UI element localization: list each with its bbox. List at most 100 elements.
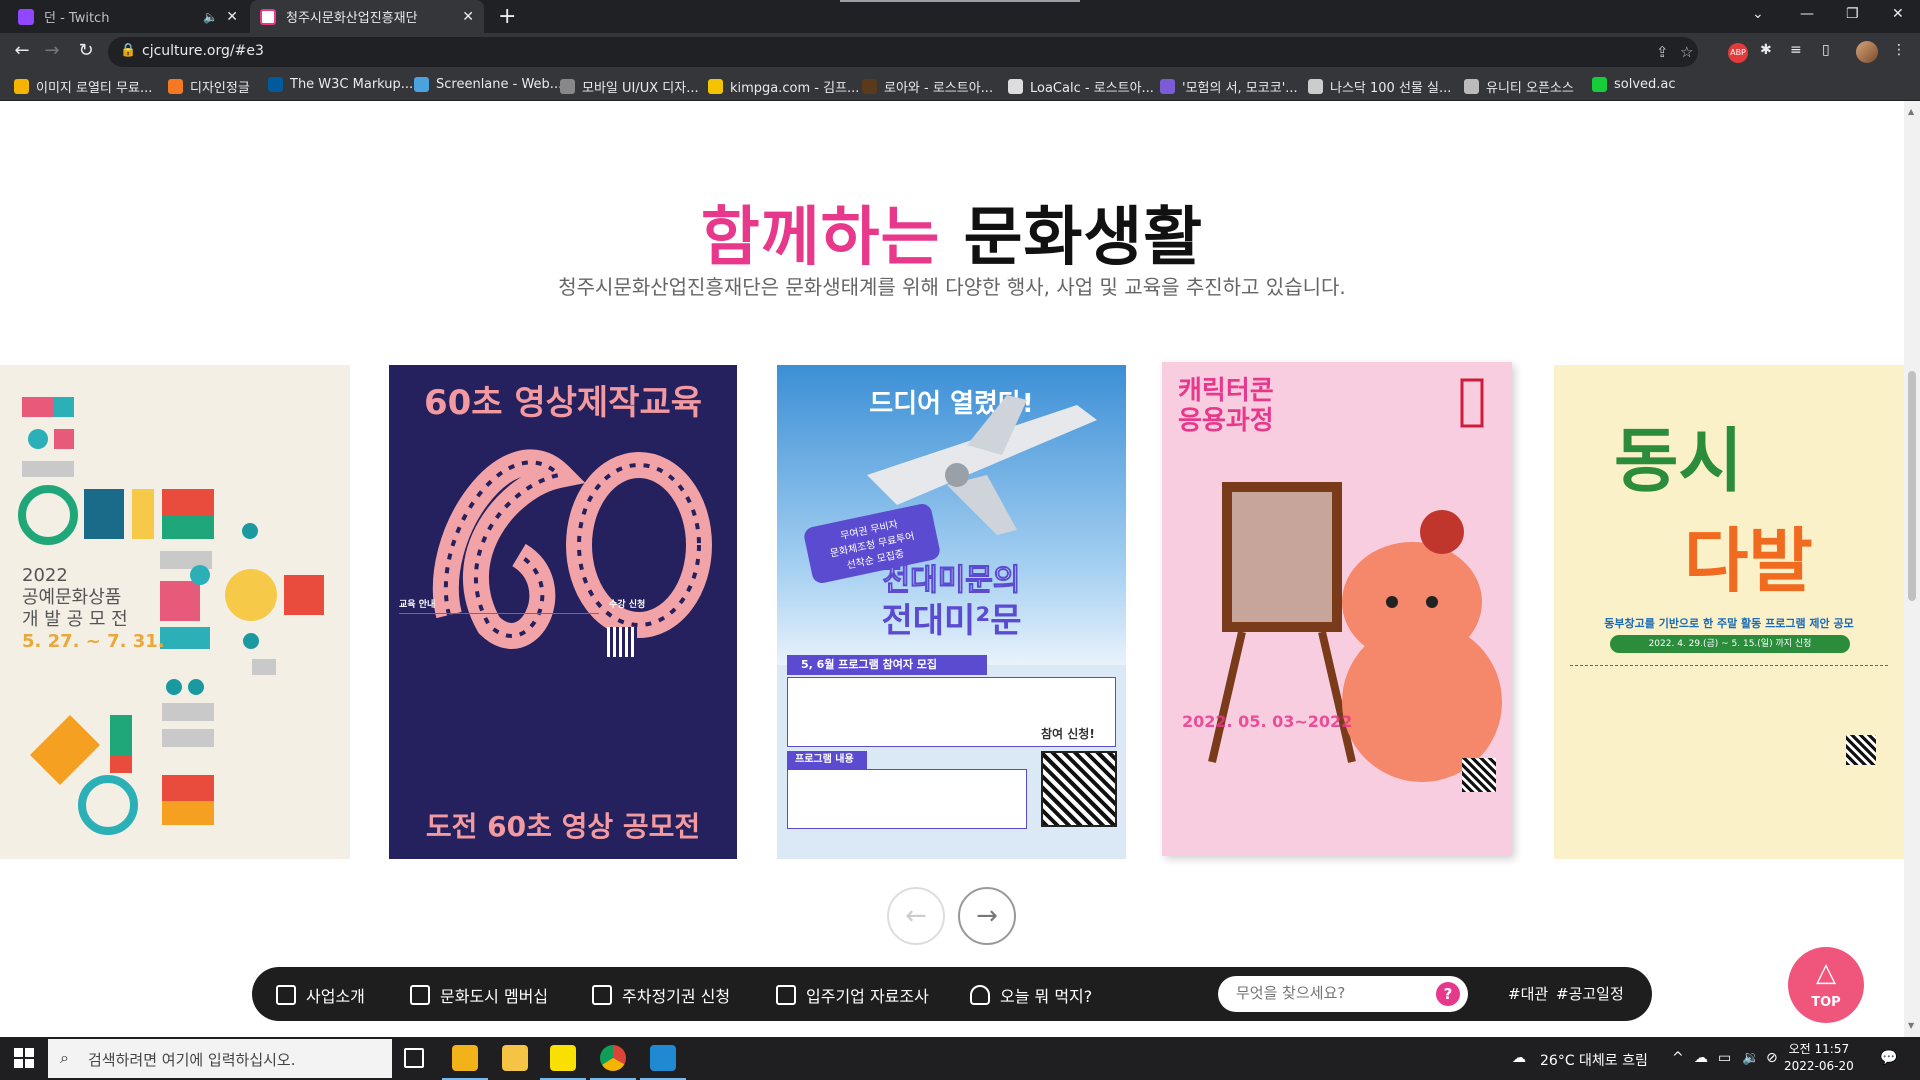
bookmark-item[interactable]: LoaCalc - 로스트아... [1008,77,1154,96]
quick-menu-label: 입주기업 자료조사 [806,987,929,1006]
bookmark-label: 유니티 오픈소스 [1486,81,1574,96]
parking-icon [592,985,612,1005]
task-view-icon[interactable] [404,1048,424,1068]
weather-icon[interactable]: ☁ [1512,1050,1526,1066]
bookmark-label: '모험의 서, 모코코'... [1182,81,1298,96]
bookmark-item[interactable]: 나스닥 100 선물 실... [1308,77,1451,96]
bookmark-item[interactable]: 유니티 오픈소스 [1464,77,1574,96]
vscode-icon[interactable] [640,1045,686,1080]
side-panel-icon[interactable]: ▯ [1822,42,1830,58]
network-icon[interactable]: ▭ [1718,1050,1731,1066]
url-text[interactable]: cjculture.org/#e3 [142,43,264,59]
weather-text[interactable]: 26°C 대체로 흐림 [1540,1050,1648,1070]
poster-airplane-band: 5, 6월 프로그램 참여자 모집 [787,655,987,675]
windows-start-icon[interactable] [14,1048,34,1068]
tab-twitch[interactable]: 던 - Twitch 🔈 ✕ [8,0,248,33]
quick-menu-parking[interactable]: 주차정기권 신청 [592,983,730,1007]
page-scrollbar[interactable]: ▲ ▼ [1904,101,1920,1037]
poster-craft-contest[interactable]: 2022 공예문화상품 개 발 공 모 전 5. 27. ~ 7. 31. [0,365,350,859]
menu-icon[interactable]: ⋮ [1892,42,1906,58]
bookmark-favicon-icon [1592,77,1607,92]
tag-notice-schedule[interactable]: #공고일정 [1556,983,1624,1004]
cjculture-favicon-icon [260,8,276,25]
tabstrip-indicator [840,0,1080,2]
scroll-down-icon[interactable]: ▼ [1908,1021,1914,1030]
bookmark-item[interactable]: 디자인정글 [168,77,250,96]
bookmark-item[interactable]: 모바일 UI/UX 디자... [560,77,699,96]
section-subtitle: 청주시문화산업진흥재단은 문화생태계를 위해 다양한 행사, 사업 및 교육을 … [558,275,1346,299]
bookmark-item[interactable]: Screenlane - Web... [414,77,562,92]
quick-search-input[interactable] [1236,984,1426,1002]
tag-rental[interactable]: #대관 [1508,983,1548,1004]
new-tab-button[interactable]: + [498,4,516,29]
extensions-icon[interactable]: ✱ [1760,42,1772,58]
poster-60s-film-graphic [432,449,712,649]
restore-icon[interactable]: ❐ [1846,6,1859,22]
bookmark-item[interactable]: kimpga.com - 김프... [708,77,859,96]
section-title-highlight: 함께하는 [700,201,941,275]
close-window-icon[interactable]: ✕ [1892,6,1904,22]
bookmark-star-icon[interactable]: ☆ [1680,43,1693,61]
media-control-icon[interactable]: ≡ [1790,42,1802,58]
poster-dongsi-dabal[interactable]: 동시 다발 동부창고를 기반으로 한 주말 활동 프로그램 제안 공모 2022… [1554,365,1904,859]
carousel-prev-button[interactable]: ← [887,887,945,945]
quick-menu-tenant-survey[interactable]: 입주기업 자료조사 [776,983,929,1007]
chrome-icon[interactable] [590,1045,636,1080]
sticky-notes-icon[interactable] [442,1045,488,1080]
tab-title: 던 - Twitch [44,11,110,26]
bookmark-favicon-icon [168,79,183,94]
quick-menu-business[interactable]: 사업소개 [276,983,365,1007]
poster-airplane-program[interactable]: 드디어 열렸다! 무여권 무비자 문화체조청 무료투어 선착순 모집중 전대미문… [777,365,1126,859]
poster-60s-footer: 도전 60초 영상 공모전 [425,810,701,843]
speaker-icon[interactable]: 🔈 [203,10,218,24]
back-icon[interactable]: ← [10,40,34,61]
quick-menu-label: 주차정기권 신청 [622,987,731,1006]
clock-time: 오전 11:57 [1788,1042,1850,1056]
system-clock[interactable]: 오전 11:57 2022-06-20 [1784,1041,1854,1075]
minimize-icon[interactable]: — [1800,6,1814,22]
volume-icon[interactable]: 🔉 [1742,1050,1759,1066]
address-bar[interactable]: 🔒 cjculture.org/#e3 ⇪ ☆ [108,37,1698,67]
bookmark-item[interactable]: '모험의 서, 모코코'... [1160,77,1298,96]
cloud-sync-icon[interactable]: ☁ [1694,1050,1708,1066]
quick-menu-lunch[interactable]: 오늘 뭐 먹지? [970,983,1092,1007]
bookmark-item[interactable]: 로아와 - 로스트아... [862,77,993,96]
bookmark-item[interactable]: The W3C Markup... [268,77,413,92]
tray-chevron-icon[interactable]: ^ [1672,1050,1684,1066]
taskbar-search-placeholder: 검색하려면 여기에 입력하십시오. [88,1051,296,1069]
poster-dongsi-dates: 2022. 4. 29.(금) ~ 5. 15.(일) 까지 신청 [1610,635,1850,653]
kakaotalk-icon[interactable] [540,1045,586,1080]
close-tab-icon[interactable]: ✕ [462,9,474,25]
share-icon[interactable]: ⇪ [1656,43,1669,61]
scrollbar-thumb[interactable] [1908,371,1916,601]
lock-icon[interactable]: 🔒 [120,43,136,58]
tab-title: 청주시문화산업진흥재단 [286,11,418,26]
mute-icon[interactable]: ⊘ [1766,1050,1778,1066]
tab-search-icon[interactable]: ⌄ [1752,6,1764,22]
bookmark-label: 모바일 UI/UX 디자... [582,81,699,96]
section-title: 함께하는 문화생활 [0,186,1904,278]
notification-icon[interactable]: 💬 [1880,1050,1897,1066]
file-explorer-icon[interactable] [502,1045,528,1071]
bookmark-label: 디자인정글 [190,81,250,96]
help-icon[interactable]: ? [1436,982,1460,1006]
poster-dongsi-title2: 다발 [1684,520,1813,602]
poster-60s-video[interactable]: 60초 영상제작교육 교육 안내 수강 신청 도전 60초 영상 공모전 [389,365,737,859]
building-icon [776,985,796,1005]
quick-menu-membership[interactable]: 문화도시 멤버십 [410,983,548,1007]
taskbar-search[interactable]: ⌕ 검색하려면 여기에 입력하십시오. [48,1039,392,1078]
scroll-up-icon[interactable]: ▲ [1908,107,1914,116]
reload-icon[interactable]: ↻ [74,40,98,61]
poster-character-course[interactable]: 캐릭터콘 응용과정 2022. 05. 03~2022 [1162,362,1512,856]
adblock-icon[interactable]: ABP [1728,43,1748,63]
bookmark-item[interactable]: solved.ac [1592,77,1676,92]
twitch-favicon-icon [18,8,34,25]
scroll-top-button[interactable]: △ TOP [1788,947,1864,1023]
forward-icon[interactable]: → [40,40,64,61]
close-tab-icon[interactable]: ✕ [226,9,238,25]
tab-cjculture[interactable]: 청주시문화산업진흥재단 ✕ [250,0,484,33]
profile-avatar[interactable] [1856,41,1878,63]
poster-airplane-line2: 전대미²문 [881,601,1022,641]
carousel-next-button[interactable]: → [958,887,1016,945]
bookmark-item[interactable]: 이미지 로열티 무료... [14,77,152,96]
